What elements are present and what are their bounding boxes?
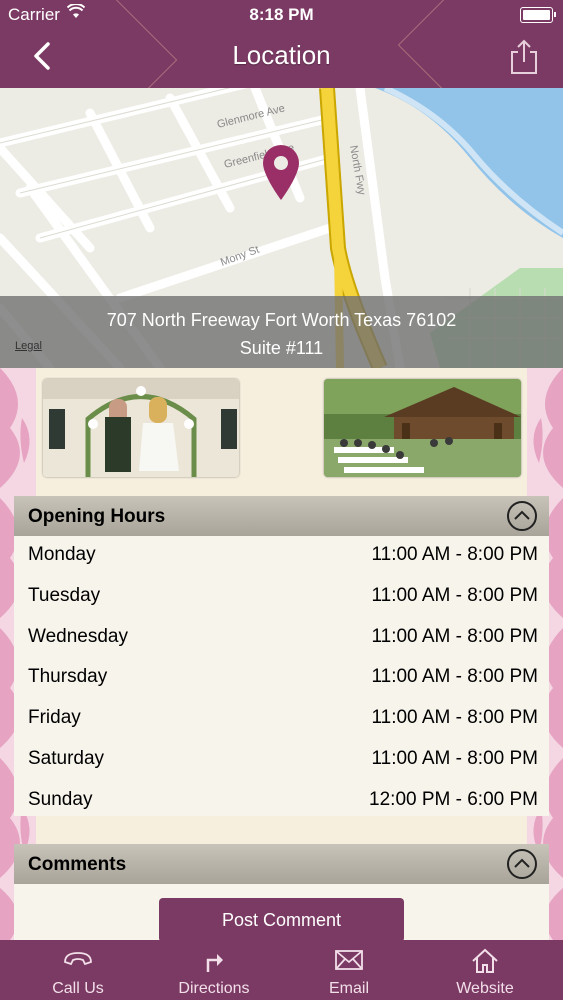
hours-value: 11:00 AM - 8:00 PM	[371, 625, 538, 647]
section-title: Comments	[28, 854, 127, 875]
hours-row: Tuesday 11:00 AM - 8:00 PM	[14, 577, 549, 618]
comments-header[interactable]: Comments	[14, 844, 549, 884]
legal-link[interactable]: Legal	[15, 340, 42, 352]
day-label: Sunday	[28, 788, 93, 810]
day-label: Friday	[28, 707, 81, 729]
tab-website[interactable]: Website	[415, 940, 555, 1000]
hours-value: 11:00 AM - 8:00 PM	[371, 666, 538, 688]
opening-hours-list: Monday 11:00 AM - 8:00 PM Tuesday 11:00 …	[14, 536, 549, 816]
hours-value: 11:00 AM - 8:00 PM	[371, 584, 538, 606]
address-line: 707 North Freeway Fort Worth Texas 76102	[106, 310, 457, 330]
post-comment-button[interactable]: Post Comment	[159, 898, 404, 940]
status-bar: Carrier 8:18 PM	[0, 0, 563, 30]
day-label: Saturday	[28, 747, 105, 769]
home-icon	[472, 948, 498, 973]
chevron-up-icon[interactable]	[507, 501, 537, 531]
section-title: Opening Hours	[28, 506, 166, 527]
page-title: Location	[232, 40, 331, 70]
day-label: Monday	[28, 544, 96, 565]
tab-label: Directions	[178, 980, 250, 997]
tab-email[interactable]: Email	[279, 940, 419, 1000]
battery-icon	[520, 7, 556, 23]
tab-label: Call Us	[52, 980, 104, 997]
address-suite: Suite #111	[239, 338, 324, 358]
share-icon	[511, 39, 537, 74]
hours-row: Thursday 11:00 AM - 8:00 PM	[14, 658, 549, 699]
hours-row: Monday 11:00 AM - 8:00 PM	[14, 536, 549, 577]
share-button[interactable]	[507, 38, 541, 76]
hours-row: Sunday 12:00 PM - 6:00 PM	[14, 781, 549, 822]
wedding-photo[interactable]	[43, 379, 239, 477]
hours-value: 11:00 AM - 8:00 PM	[371, 544, 538, 565]
hours-value: 12:00 PM - 6:00 PM	[369, 788, 538, 810]
hours-row: Wednesday 11:00 AM - 8:00 PM	[14, 618, 549, 659]
tab-label: Email	[328, 980, 369, 997]
venue-photo[interactable]	[324, 379, 521, 477]
tab-label: Website	[456, 980, 514, 997]
hours-row: Friday 11:00 AM - 8:00 PM	[14, 699, 549, 740]
opening-hours-header[interactable]: Opening Hours	[14, 496, 549, 536]
day-label: Thursday	[28, 666, 108, 688]
location-details: Opening Hours Monday 11:00 AM - 8:00 PM …	[0, 368, 563, 940]
day-label: Wednesday	[28, 625, 128, 647]
tab-call-us[interactable]: Call Us	[8, 940, 148, 1000]
navigation-bar: Carrier 8:18 PM Location	[0, 0, 563, 88]
clock: 8:18 PM	[249, 5, 314, 24]
hours-value: 11:00 AM - 8:00 PM	[371, 747, 538, 769]
directions-arrow-icon	[206, 954, 223, 972]
tab-directions[interactable]: Directions	[144, 940, 284, 1000]
hours-value: 11:00 AM - 8:00 PM	[371, 707, 538, 729]
envelope-icon	[335, 950, 363, 970]
bottom-tab-bar: Call Us Directions Email Website	[0, 940, 563, 1000]
day-label: Tuesday	[28, 584, 101, 606]
chevron-up-icon[interactable]	[507, 849, 537, 879]
address-overlay: 707 North Freeway Fort Worth Texas 76102…	[0, 296, 563, 368]
phone-icon	[64, 952, 92, 966]
hours-row: Saturday 11:00 AM - 8:00 PM	[14, 740, 549, 781]
location-map[interactable]: Glenmore Ave Greenfield Ave Mony St Nort…	[0, 88, 563, 368]
